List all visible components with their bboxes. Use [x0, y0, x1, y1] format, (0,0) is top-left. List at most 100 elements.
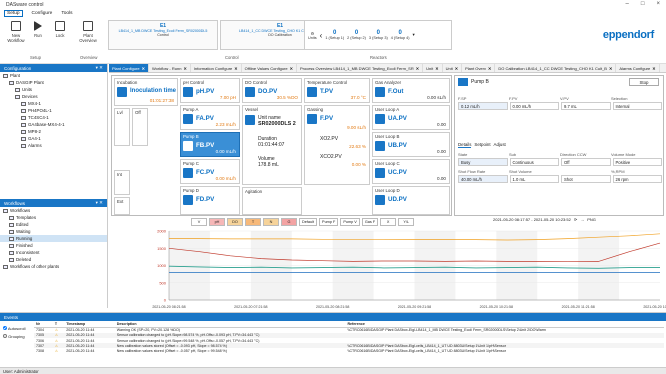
chart-button[interactable]: N	[263, 217, 279, 226]
minimize-icon[interactable]: –	[626, 1, 629, 7]
pump-tab[interactable]: Adjust	[494, 142, 506, 148]
configuration-header[interactable]: Configuration ▾ ✕	[0, 64, 107, 72]
tree-item[interactable]: Inconsistent	[0, 249, 107, 256]
user-loop-c-tile[interactable]: User Loop C UC.PV 0.00	[372, 159, 450, 184]
workflows-header[interactable]: Workflows ▾ ✕	[0, 199, 107, 207]
chart-button[interactable]: G	[281, 217, 297, 226]
refresh-icon[interactable]: ⟳	[574, 217, 577, 222]
ph-control-tile[interactable]: pH Control pH.PV 7.00 pH	[180, 78, 240, 103]
close-tab-icon[interactable]: ✕	[142, 66, 145, 71]
close-tab-icon[interactable]: ✕	[609, 66, 612, 71]
grouping-checkbox[interactable]: Grouping	[3, 334, 25, 339]
tree-item[interactable]: Waiting	[0, 228, 107, 235]
plant-overview-button[interactable]: Plant Overview	[78, 21, 98, 43]
tab[interactable]: Alarms Configure ✕	[616, 64, 660, 72]
tree-item[interactable]: Workflows of other plants	[0, 263, 107, 270]
chart-range[interactable]: 2021-05-20 08:17:57 - 2021-05-20 10:23:5…	[493, 217, 571, 222]
tree-item[interactable]: DASGIP Plant	[0, 79, 107, 86]
tab[interactable]: DO Calibration LB414_1_CC DWCE Testing_C…	[495, 64, 617, 72]
chart-button[interactable]: DO	[227, 217, 243, 226]
incubation-tile[interactable]: Incubation Inoculation time 01:01:27:38	[114, 78, 178, 106]
pump-field[interactable]: Internal	[612, 102, 662, 110]
gas-analyzer-tile[interactable]: Gas Analyzer F.Out 0.00 sL/h	[372, 78, 450, 103]
close-tab-icon[interactable]: ✕	[183, 66, 186, 71]
pump-tab[interactable]: Setpoint	[474, 142, 490, 148]
tree-item[interactable]: GA4base-MX4-4-1	[0, 121, 107, 128]
pump-field[interactable]: Positive	[612, 158, 662, 166]
pump-b-tile[interactable]: Pump B FB.PV 0.00 mL/h	[180, 132, 240, 157]
pump-field[interactable]: Off	[561, 158, 611, 166]
chart-button[interactable]: Y/L	[398, 217, 415, 226]
user-loop-d-tile[interactable]: User Loop D UD.PV	[372, 186, 450, 215]
collapse-icon[interactable]: ▾ ✕	[96, 200, 103, 206]
close-tab-icon[interactable]: ✕	[488, 66, 491, 71]
close-tab-icon[interactable]: ✕	[416, 66, 419, 71]
close-icon[interactable]: ×	[656, 1, 660, 7]
vessel-tile[interactable]: Vessel Unit name SR02000DLS 2 Duration 0…	[242, 105, 302, 185]
do-control-tile[interactable]: DO Control DO.PV 30.5 %DO	[242, 78, 302, 103]
tab[interactable]: Workflow - Runn ✕	[149, 64, 191, 72]
tree-item[interactable]: Alarms	[0, 142, 107, 149]
chart-button[interactable]: Default	[299, 217, 318, 226]
tree-item[interactable]: GA4-1	[0, 135, 107, 142]
tree-item[interactable]: MP8-2	[0, 128, 107, 135]
table-row[interactable]: 7308 ⚠ 2021-05-20 11:44 New calibration val…	[34, 348, 664, 353]
user-loop-b-tile[interactable]: User Loop B UB.PV 0.00	[372, 132, 450, 157]
trend-chart[interactable]: 2000 1500 1000 500 0 2021-05-20 08:21:58 2021-…	[109, 227, 666, 311]
left-arrow-icon[interactable]: ‹	[320, 31, 323, 40]
tree-item[interactable]: Plant	[0, 72, 107, 79]
counter-setup-4[interactable]: 04 (Setup 4)	[391, 30, 410, 40]
pump-field[interactable]: 40.00 mL/h	[458, 175, 508, 183]
pump-field[interactable]: 26 rpm	[612, 175, 662, 183]
collapse-icon[interactable]: ▾ ✕	[96, 65, 103, 71]
tree-item[interactable]: PH4PO4L-1	[0, 107, 107, 114]
pump-field[interactable]: Busy	[458, 158, 508, 166]
tab[interactable]: Information Configure ✕	[191, 64, 242, 72]
int-tile[interactable]: Int	[114, 170, 130, 195]
chart-button[interactable]: V	[191, 217, 207, 226]
pump-field[interactable]: 0.12 mL/h	[458, 102, 508, 110]
maximize-icon[interactable]: □	[641, 1, 645, 7]
menu-tools[interactable]: Tools	[61, 11, 72, 16]
menu-configure[interactable]: Configure	[32, 11, 53, 16]
chart-button[interactable]: T	[245, 217, 261, 226]
chart-button[interactable]: pH	[209, 217, 225, 226]
tab[interactable]: Plant Configure ✕	[109, 64, 149, 72]
tree-item[interactable]: Finished	[0, 242, 107, 249]
tree-item[interactable]: TC4SC4-1	[0, 114, 107, 121]
agitation-tile[interactable]: Agitation	[242, 187, 302, 215]
tree-item[interactable]: Edited	[0, 221, 107, 228]
pump-tab[interactable]: Details	[458, 142, 472, 148]
temperature-tile[interactable]: Temperature Control T.PV 37.0 °C	[304, 78, 370, 103]
tree-item[interactable]: Units	[0, 86, 107, 93]
ext-tile[interactable]: Ext	[114, 197, 130, 215]
run-button[interactable]: Run	[28, 21, 48, 38]
tree-item[interactable]: Running	[0, 235, 107, 242]
control-box[interactable]: E1 LB414_1_MB DWCE Testing_Ecoli Ferm_SR…	[108, 20, 218, 50]
arrow-right-icon[interactable]: →	[580, 217, 584, 222]
close-tab-icon[interactable]: ✕	[234, 66, 237, 71]
close-tab-icon[interactable]: ✕	[435, 66, 438, 71]
tree-item[interactable]: Templates	[0, 214, 107, 221]
tab[interactable]: Unit ✕	[423, 64, 443, 72]
chart-button[interactable]: X	[380, 217, 397, 226]
close-tab-icon[interactable]: ✕	[455, 66, 458, 71]
pump-field[interactable]: 0.00 mL/h	[509, 102, 559, 110]
pump-field[interactable]: Continuous	[509, 158, 559, 166]
close-tab-icon[interactable]: ✕	[652, 66, 655, 71]
tab[interactable]: Process Overview LB414_1_MB DWCE Testing…	[297, 64, 424, 72]
menu-setup[interactable]: Setup	[4, 9, 23, 17]
user-loop-a-tile[interactable]: User Loop A UA.PV 0.00	[372, 105, 450, 130]
export-png-button[interactable]: PNG	[587, 217, 596, 222]
pump-field[interactable]: 1.0 mL	[509, 175, 559, 183]
off-tile[interactable]: Off	[132, 108, 148, 146]
pump-field[interactable]: 9.7 mL	[561, 102, 611, 110]
dropdown-icon[interactable]: ▾	[413, 32, 415, 38]
tab[interactable]: Unit ✕	[443, 64, 463, 72]
tab[interactable]: Offline Values Configure ✕	[242, 64, 297, 72]
pump-a-tile[interactable]: Pump A FA.PV 2.23 mL/h	[180, 105, 240, 130]
counter-setup-3[interactable]: 03 (Setup 3)	[369, 30, 388, 40]
counter-setup-2[interactable]: 02 (Setup 2)	[347, 30, 366, 40]
tree-item[interactable]: Workflows	[0, 207, 107, 214]
units-selector[interactable]: ⚙ Units	[308, 31, 317, 40]
